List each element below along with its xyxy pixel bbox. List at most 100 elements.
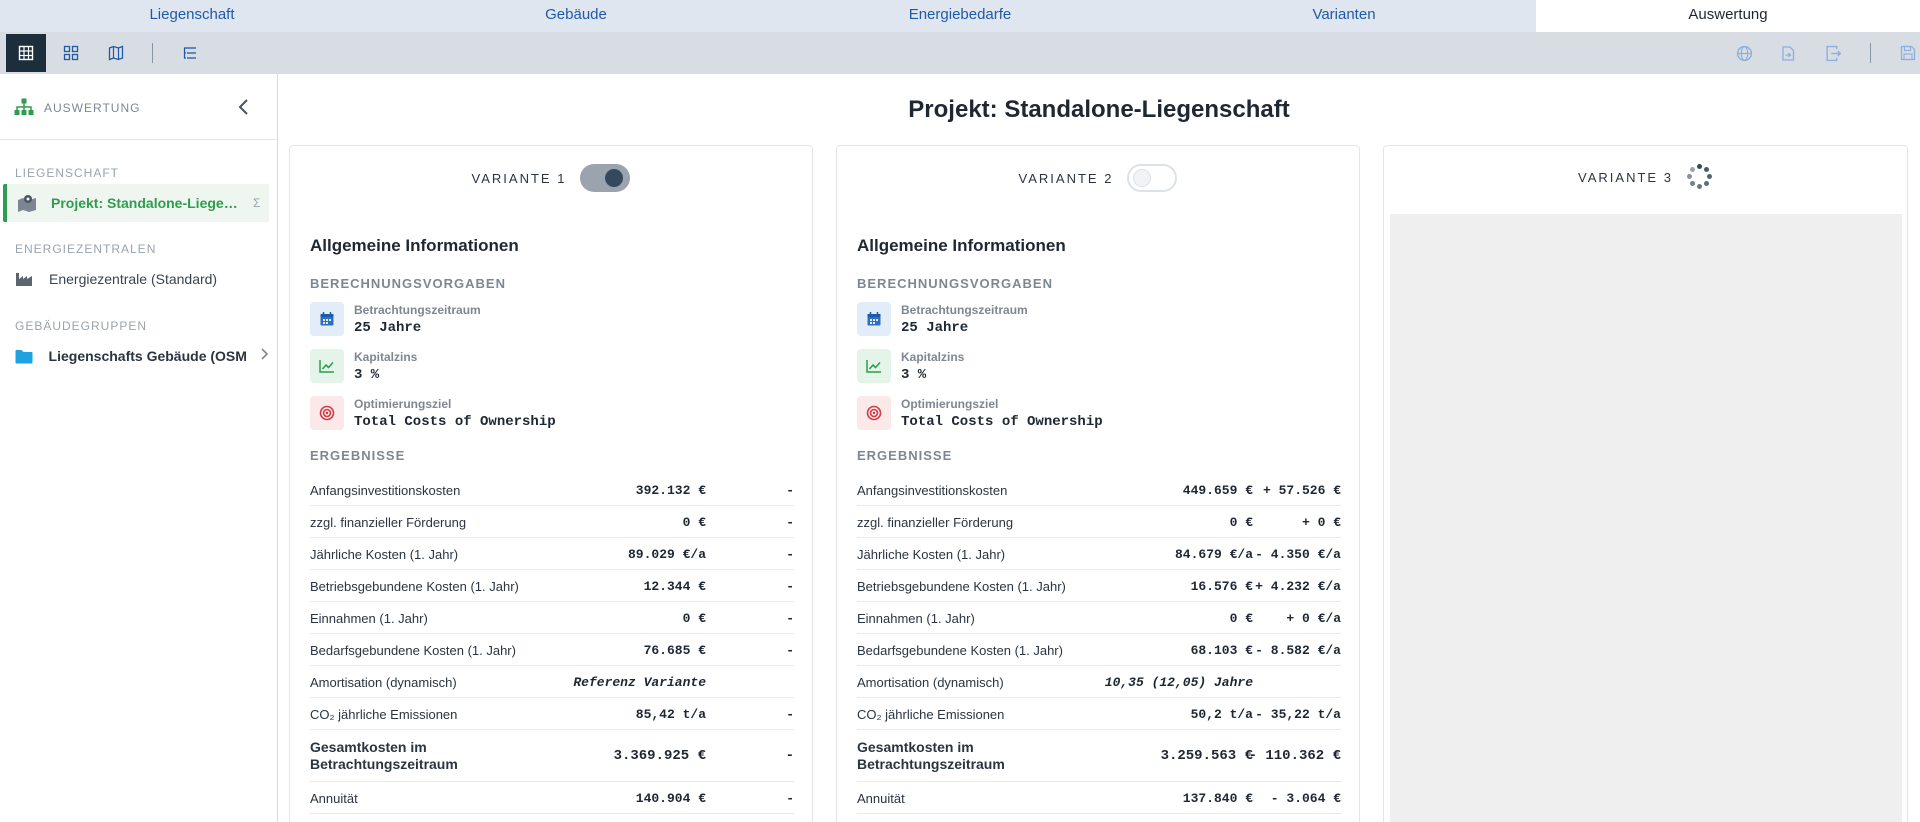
row-label: Amortisation (dynamisch) [310,675,457,690]
table-row: Anfangsinvestitionskosten 392.132 € - [310,474,794,506]
row-label: Betriebsgebundene Kosten (1. Jahr) [310,579,519,594]
spec-value: Total Costs of Ownership [901,413,1103,430]
row-label: Jährliche Kosten (1. Jahr) [310,547,459,562]
tab-auswertung[interactable]: Auswertung [1536,0,1920,32]
row-value: 0 € [1229,515,1253,530]
spec-label: Kapitalzins [901,349,965,364]
target-icon [310,396,344,430]
row-label: Annuität [310,791,358,806]
sidebar-title: AUSWERTUNG [44,101,141,115]
row-delta: - [785,748,794,764]
sidebar-item-gebaeude[interactable]: Liegenschafts Gebäude (OSM) [3,337,269,375]
row-delta: - 35,22 t/a [1255,707,1341,722]
row-value: 68.103 € [1190,643,1253,658]
spec-label: Optimierungsziel [901,396,999,411]
grid-icon [18,45,34,61]
tab-gebaeude[interactable]: Gebäude [384,0,768,32]
folder-icon [15,349,35,364]
section-title: Allgemeine Informationen [857,236,1066,255]
spec-label: Betrachtungszeitraum [354,302,481,317]
toggle-knob [605,169,624,187]
page-title: Projekt: Standalone-Liegenschaft [908,96,1290,123]
export-button[interactable] [1813,34,1853,72]
row-delta: + 0 € [1301,515,1341,530]
row-label: Gesamtkosten im Betrachtungszeitraum [310,739,458,772]
variant-toggle[interactable] [1127,164,1178,192]
factory-icon [15,271,35,287]
map-icon [108,45,124,61]
table-row: Annuität 140.904 € - [310,782,794,814]
globe-button[interactable] [1724,34,1764,72]
tree-view-button[interactable] [170,34,210,72]
table-row: Einnahmen (1. Jahr) 0 € + 0 €/a [857,602,1341,634]
row-label: Betriebsgebundene Kosten (1. Jahr) [857,579,1066,594]
import-button[interactable] [1768,34,1808,72]
map-view-button[interactable] [96,34,136,72]
row-delta: - [786,643,794,658]
trend-chart-icon [310,349,344,383]
variant-title: VARIANTE 2 [1018,170,1114,186]
row-value: 3.259.563 € [1160,748,1253,764]
row-delta: + 57.526 € [1262,483,1341,498]
target-icon [857,396,891,430]
table-row: zzgl. finanzieller Förderung 0 € - [310,506,794,538]
row-label: CO₂ jährliche Emissionen [857,707,1005,722]
sidebar-item-label: Projekt: Standalone-Liegenschaft [51,195,243,211]
table-view-button[interactable] [6,34,46,72]
tab-varianten[interactable]: Varianten [1152,0,1536,32]
table-row: Annuität 137.840 € - 3.064 € [857,782,1341,814]
row-delta: - [786,611,794,626]
row-value: 10,35 (12,05) Jahre [1104,675,1253,690]
spec-value: Total Costs of Ownership [354,413,556,430]
row-value: 0 € [1229,611,1253,626]
row-delta: - [786,791,794,806]
row-value: 140.904 € [635,791,706,806]
row-label: CO₂ jährliche Emissionen [310,707,458,722]
row-label: Amortisation (dynamisch) [857,675,1004,690]
save-button[interactable] [1888,34,1920,72]
row-value: 3.369.925 € [613,748,706,764]
row-delta: - [786,707,794,722]
tab-energiebedarfe[interactable]: Energiebedarfe [768,0,1152,32]
row-value: 449.659 € [1182,483,1253,498]
variant-toggle[interactable] [580,164,631,192]
section-label-energiezentralen: ENERGIEZENTRALEN [15,242,157,256]
table-row: Betriebsgebundene Kosten (1. Jahr) 12.344… [310,570,794,602]
berechnungsvorgaben-heading: BERECHNUNGSVORGABEN [857,276,1053,291]
row-label: Einnahmen (1. Jahr) [310,611,428,626]
row-value: Referenz Variante [573,675,706,690]
row-label: zzgl. finanzieller Förderung [310,515,467,530]
sidebar-item-projekt[interactable]: Projekt: Standalone-Liegenschaft Σ [3,184,269,222]
save-icon [1900,45,1916,61]
row-label: Gesamtkosten im Betrachtungszeitraum [857,739,1005,772]
spec-betrachtungszeitraum: Betrachtungszeitraum 25 Jahre [857,301,1028,337]
row-delta: + 0 €/a [1286,611,1341,626]
row-delta: - [786,547,794,562]
row-label: Bedarfsgebundene Kosten (1. Jahr) [310,643,516,658]
calendar-icon [310,302,344,336]
table-row: CO₂ jährliche Emissionen 85,42 t/a - [310,698,794,730]
section-label-gebaeudegruppen: GEBÄUDEGRUPPEN [15,319,148,333]
chevron-left-icon [238,99,248,115]
sum-indicator: Σ [253,196,261,210]
row-label: Jährliche Kosten (1. Jahr) [857,547,1006,562]
tiles-view-button[interactable] [51,34,91,72]
results-table: Anfangsinvestitionskosten 392.132 € - zzgl… [310,474,794,814]
row-delta: - 4.350 €/a [1255,547,1341,562]
ergebnisse-heading: ERGEBNISSE [310,448,406,463]
calendar-icon [857,302,891,336]
collapse-sidebar-button[interactable] [236,98,252,121]
row-delta: - 3.064 € [1270,791,1341,806]
row-value: 0 € [682,515,706,530]
section-label-liegenschaft: LIEGENSCHAFT [15,166,120,180]
spec-optimierungsziel: Optimierungsziel Total Costs of Ownershi… [857,395,1103,431]
section-title: Allgemeine Informationen [310,236,519,255]
row-value: 392.132 € [635,483,706,498]
row-delta: - [786,483,794,498]
sidebar-item-label: Liegenschafts Gebäude (OSM) [48,348,247,364]
sidebar-item-energiezentrale[interactable]: Energiezentrale (Standard) [3,260,269,298]
variant-card-3: VARIANTE 3 [1383,145,1908,822]
tab-liegenschaft[interactable]: Liegenschaft [0,0,384,32]
variant-card-1: VARIANTE 1 Allgemeine Informationen BERE… [289,145,813,822]
toggle-knob [1133,169,1152,187]
